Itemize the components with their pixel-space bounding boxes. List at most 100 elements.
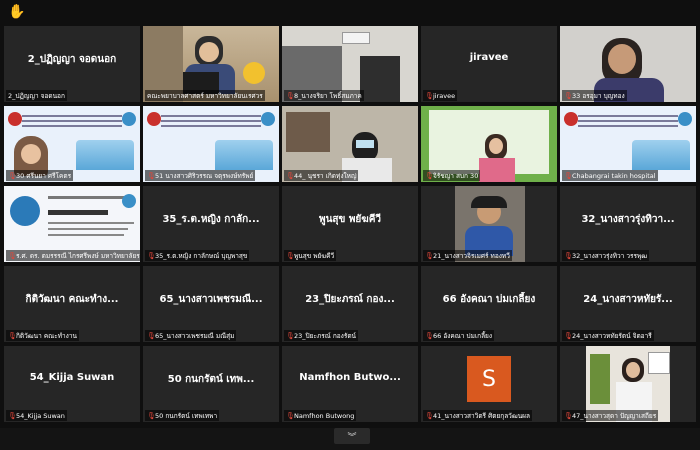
participant-tile[interactable]: 🎙 47_นางสาวสุดา ปัญญาเสถียร xyxy=(560,346,696,422)
participant-name-text: 44_ นุชรา เกิดทุ่งใหญ่ xyxy=(294,171,357,180)
participant-name-label: 🎙 กิติวัฒนา คณะทำงาน xyxy=(6,330,79,341)
participant-name-text: Chabangrai takin hospital xyxy=(572,171,656,180)
participant-tile[interactable]: 🎙 จิรัชญา สบก 30 xyxy=(421,106,557,182)
participant-name-label: 🎙 35_ร.ต.หญิง กาลักษณ์ บุญพาสุข xyxy=(145,250,250,261)
participant-name-text: พูนสุข พยัฆคีวี xyxy=(294,251,335,260)
mic-muted-icon: 🎙 xyxy=(564,171,573,180)
participant-name-text: 65_นางสาวเพชรมณี มณีสุ่ม xyxy=(155,331,235,340)
participant-name-label: 🎙 8_นางจริยา โพธิ์สมภาค xyxy=(284,90,364,101)
chevron-down-icon[interactable]: ︾ xyxy=(334,428,370,444)
participant-name-text: 50 กนกรัตน์ เทพเทพา xyxy=(155,411,218,420)
participant-name-label: 🎙 47_นางสาวสุดา ปัญญาเสถียร xyxy=(562,410,659,421)
participant-name-text: 35_ร.ต.หญิง กาลักษณ์ บุญพาสุข xyxy=(155,251,248,260)
participant-name-text: 66 อังคณา บ่มเกลี้ยง xyxy=(433,331,493,340)
participant-name-text: 32_นางสาวรุ่งทิวา วรรพุฒ xyxy=(572,251,648,260)
participant-tile[interactable]: 🎙 Chabangrai takin hospital xyxy=(560,106,696,182)
mic-muted-icon: 🎙 xyxy=(147,411,156,420)
participant-tile[interactable]: 24_นางสาวหทัยรั... 🎙 24_นางสาวหทัยรัตน์ จิ… xyxy=(560,266,696,342)
participant-name-label: 🎙 51 นางสาวศิริวรรณ จตุรพงษ์ทรัพย์ xyxy=(145,170,256,181)
participant-tile[interactable]: 🎙 44_ นุชรา เกิดทุ่งใหญ่ xyxy=(282,106,418,182)
participant-name-label: 🎙 Chabangrai takin hospital xyxy=(562,170,658,181)
participant-name-text: Namfhon Butwong xyxy=(294,411,355,420)
participant-tile[interactable]: 2_ปฏิญญา จอดนอก 2_ปฏิญญา จอดนอก xyxy=(4,26,140,102)
participant-tile[interactable]: 23_ปิยะภรณ์ กอง... 🎙 23_ปิยะภรณ์ กองรัตน์ xyxy=(282,266,418,342)
participant-tile[interactable]: 🎙 21_นางสาวจิรเมศร์ ทองทวี xyxy=(421,186,557,262)
participant-tile[interactable]: คณะพยาบาลศาสตร์ มหาวิทยาลัยนเรศวร xyxy=(143,26,279,102)
participant-tile[interactable]: 32_นางสาวรุ่งทิวา... 🎙 32_นางสาวรุ่งทิวา ว… xyxy=(560,186,696,262)
gallery-grid: 2_ปฏิญญา จอดนอก 2_ปฏิญญา จอดนอกคณะพยาบาลศ… xyxy=(4,26,696,426)
participant-name-text: jiravee xyxy=(433,91,456,100)
participant-tile[interactable]: 🎙 30 ศรีนยา ศรีโคตร xyxy=(4,106,140,182)
participant-name-label: 🎙 จิรัชญา สบก 30 xyxy=(423,170,481,181)
participant-tile[interactable]: S 🎙 41_นางสาวสาวิตรี ศิตยกุลวัฒนผล xyxy=(421,346,557,422)
participant-tile[interactable]: 35_ร.ต.หญิง กาลัก... 🎙 35_ร.ต.หญิง กาลักษณ… xyxy=(143,186,279,262)
participant-tile[interactable]: Namfhon Butwo... 🎙 Namfhon Butwong xyxy=(282,346,418,422)
mic-muted-icon: 🎙 xyxy=(286,331,295,340)
participant-tile[interactable]: 🎙 ร.ศ. ดร. ตมรรรณี ไกรศรีพงษ์ มหาวิทยาลัย… xyxy=(4,186,140,262)
participant-name-label: 🎙 Namfhon Butwong xyxy=(284,410,357,421)
participant-name-text: 47_นางสาวสุดา ปัญญาเสถียร xyxy=(572,411,657,420)
mic-muted-icon: 🎙 xyxy=(564,91,573,100)
participant-name-text: ร.ศ. ดร. ตมรรรณี ไกรศรีพงษ์ มหาวิทยาลัยร… xyxy=(16,251,140,260)
participant-name-label: คณะพยาบาลศาสตร์ มหาวิทยาลัยนเรศวร xyxy=(145,90,265,101)
mic-muted-icon: 🎙 xyxy=(8,251,17,260)
participant-name-label: 🎙 ร.ศ. ดร. ตมรรรณี ไกรศรีพงษ์ มหาวิทยาลัย… xyxy=(6,250,140,261)
hand-icon[interactable]: ✋ xyxy=(8,4,25,20)
participant-name-label: 🎙 30 ศรีนยา ศรีโคตร xyxy=(6,170,74,181)
mic-muted-icon: 🎙 xyxy=(286,171,295,180)
participant-display-name: พูนสุข พยัฆคีวี xyxy=(318,214,382,225)
participant-display-name: 35_ร.ต.หญิง กาลัก... xyxy=(162,214,260,225)
participant-display-name: 66 อังคณา บ่มเกลี้ยง xyxy=(442,294,536,305)
mic-muted-icon: 🎙 xyxy=(147,251,156,260)
participant-display-name: 24_นางสาวหทัยรั... xyxy=(583,294,673,305)
participant-display-name: 23_ปิยะภรณ์ กอง... xyxy=(305,294,395,305)
participant-tile[interactable]: 50 กนกรัตน์ เทพ... 🎙 50 กนกรัตน์ เทพเทพา xyxy=(143,346,279,422)
participant-tile[interactable]: 🎙 51 นางสาวศิริวรรณ จตุรพงษ์ทรัพย์ xyxy=(143,106,279,182)
participant-name-text: 23_ปิยะภรณ์ กองรัตน์ xyxy=(294,331,356,340)
participant-tile[interactable]: jiravee 🎙 jiravee xyxy=(421,26,557,102)
participant-name-text: คณะพยาบาลศาสตร์ มหาวิทยาลัยนเรศวร xyxy=(147,91,263,100)
participant-name-text: จิรัชญา สบก 30 xyxy=(433,171,479,180)
participant-display-name: 32_นางสาวรุ่งทิวา... xyxy=(581,214,675,225)
participant-tile[interactable]: กิติวัฒนา คณะทำง... 🎙 กิติวัฒนา คณะทำงาน xyxy=(4,266,140,342)
participant-name-text: 51 นางสาวศิริวรรณ จตุรพงษ์ทรัพย์ xyxy=(155,171,254,180)
participant-name-label: 🎙 33 อรอุมา บุญทอง xyxy=(562,90,627,101)
participant-display-name: Namfhon Butwo... xyxy=(299,372,401,383)
mic-muted-icon: 🎙 xyxy=(425,331,434,340)
participant-tile[interactable]: 65_นางสาวเพชรมณี... 🎙 65_นางสาวเพชรมณี มณี… xyxy=(143,266,279,342)
mic-muted-icon: 🎙 xyxy=(425,91,434,100)
participant-tile[interactable]: 66 อังคณา บ่มเกลี้ยง 🎙 66 อังคณา บ่มเกลี้ย… xyxy=(421,266,557,342)
participant-name-text: 41_นางสาวสาวิตรี ศิตยกุลวัฒนผล xyxy=(433,411,530,420)
participant-display-name: 65_นางสาวเพชรมณี... xyxy=(159,294,263,305)
mic-muted-icon: 🎙 xyxy=(147,331,156,340)
participant-tile[interactable]: 🎙 33 อรอุมา บุญทอง xyxy=(560,26,696,102)
mic-muted-icon: 🎙 xyxy=(425,171,434,180)
participant-name-label: 🎙 21_นางสาวจิรเมศร์ ทองทวี xyxy=(423,250,512,261)
participant-name-text: 54_Kijja Suwan xyxy=(16,411,65,420)
participant-name-text: 2_ปฏิญญา จอดนอก xyxy=(8,91,65,100)
mic-muted-icon: 🎙 xyxy=(564,411,573,420)
participant-avatar: S xyxy=(467,356,511,402)
participant-name-label: 🎙 66 อังคณา บ่มเกลี้ยง xyxy=(423,330,495,341)
mic-muted-icon: 🎙 xyxy=(286,91,295,100)
participant-name-text: 24_นางสาวหทัยรัตน์ จิตอารี xyxy=(572,331,652,340)
participant-display-name: 54_Kijja Suwan xyxy=(29,372,115,383)
participant-tile[interactable]: 🎙 8_นางจริยา โพธิ์สมภาค xyxy=(282,26,418,102)
participant-name-text: 21_นางสาวจิรเมศร์ ทองทวี xyxy=(433,251,510,260)
participant-tile[interactable]: พูนสุข พยัฆคีวี 🎙 พูนสุข พยัฆคีวี xyxy=(282,186,418,262)
participant-name-label: 🎙 44_ นุชรา เกิดทุ่งใหญ่ xyxy=(284,170,359,181)
participant-name-text: กิติวัฒนา คณะทำงาน xyxy=(16,331,77,340)
participant-name-label: 🎙 50 กนกรัตน์ เทพเทพา xyxy=(145,410,220,421)
mic-muted-icon: 🎙 xyxy=(286,411,295,420)
participant-name-label: 🎙 23_ปิยะภรณ์ กองรัตน์ xyxy=(284,330,358,341)
participant-name-label: 🎙 พูนสุข พยัฆคีวี xyxy=(284,250,337,261)
participant-tile[interactable]: 54_Kijja Suwan 🎙 54_Kijja Suwan xyxy=(4,346,140,422)
mic-muted-icon: 🎙 xyxy=(8,331,17,340)
mic-muted-icon: 🎙 xyxy=(8,171,17,180)
participant-display-name: กิติวัฒนา คณะทำง... xyxy=(25,294,119,305)
participant-name-text: 8_นางจริยา โพธิ์สมภาค xyxy=(294,91,362,100)
participant-name-label: 🎙 32_นางสาวรุ่งทิวา วรรพุฒ xyxy=(562,250,650,261)
participant-name-text: 33 อรอุมา บุญทอง xyxy=(572,91,625,100)
mic-muted-icon: 🎙 xyxy=(425,251,434,260)
participant-name-label: 🎙 jiravee xyxy=(423,90,458,101)
